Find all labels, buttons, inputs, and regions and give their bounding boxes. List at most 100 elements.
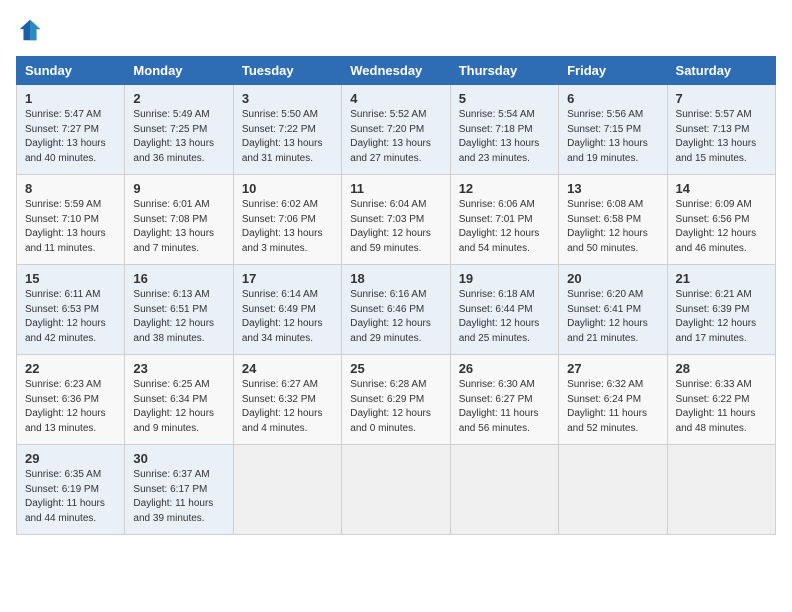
col-header-sunday: Sunday — [17, 57, 125, 85]
day-info: Sunrise: 6:09 AM Sunset: 6:56 PM Dayligh… — [676, 198, 767, 256]
day-cell: 29Sunrise: 6:35 AM Sunset: 6:19 PM Dayli… — [17, 445, 125, 535]
day-cell: 25 Sunrise: 6:28 AM Sunset: 6:29 PM Dayli… — [342, 355, 450, 445]
day-cell: 1 Sunrise: 5:47 AM Sunset: 7:27 PM Daylig… — [17, 85, 125, 175]
day-info: Sunrise: 6:35 AM Sunset: 6:19 PM Dayligh… — [25, 468, 116, 526]
week-row-3: 15 Sunrise: 6:11 AM Sunset: 6:53 PM Dayli… — [17, 265, 776, 355]
day-number: 1 — [25, 91, 116, 106]
logo — [16, 16, 48, 44]
header — [16, 16, 776, 44]
day-info: Sunrise: 5:52 AM Sunset: 7:20 PM Dayligh… — [350, 108, 441, 166]
day-info: Sunrise: 6:21 AM Sunset: 6:39 PM Dayligh… — [676, 288, 767, 346]
day-info: Sunrise: 6:32 AM Sunset: 6:24 PM Dayligh… — [567, 378, 658, 436]
day-cell: 20 Sunrise: 6:20 AM Sunset: 6:41 PM Dayli… — [559, 265, 667, 355]
day-number: 15 — [25, 271, 116, 286]
day-info: Sunrise: 6:30 AM Sunset: 6:27 PM Dayligh… — [459, 378, 550, 436]
day-cell: 2 Sunrise: 5:49 AM Sunset: 7:25 PM Daylig… — [125, 85, 233, 175]
day-cell — [342, 445, 450, 535]
day-info: Sunrise: 6:37 AM Sunset: 6:17 PM Dayligh… — [133, 468, 224, 526]
day-cell: 16 Sunrise: 6:13 AM Sunset: 6:51 PM Dayli… — [125, 265, 233, 355]
day-info: Sunrise: 6:18 AM Sunset: 6:44 PM Dayligh… — [459, 288, 550, 346]
day-number: 22 — [25, 361, 116, 376]
day-cell — [559, 445, 667, 535]
col-header-friday: Friday — [559, 57, 667, 85]
day-cell: 23 Sunrise: 6:25 AM Sunset: 6:34 PM Dayli… — [125, 355, 233, 445]
day-info: Sunrise: 5:49 AM Sunset: 7:25 PM Dayligh… — [133, 108, 224, 166]
week-row-5: 29Sunrise: 6:35 AM Sunset: 6:19 PM Dayli… — [17, 445, 776, 535]
day-info: Sunrise: 6:06 AM Sunset: 7:01 PM Dayligh… — [459, 198, 550, 256]
day-number: 11 — [350, 181, 441, 196]
day-number: 2 — [133, 91, 224, 106]
day-number: 25 — [350, 361, 441, 376]
day-cell: 6Sunrise: 5:56 AM Sunset: 7:15 PM Daylig… — [559, 85, 667, 175]
day-info: Sunrise: 5:47 AM Sunset: 7:27 PM Dayligh… — [25, 108, 116, 166]
day-number: 3 — [242, 91, 333, 106]
day-info: Sunrise: 6:20 AM Sunset: 6:41 PM Dayligh… — [567, 288, 658, 346]
day-number: 19 — [459, 271, 550, 286]
col-header-monday: Monday — [125, 57, 233, 85]
day-cell: 8 Sunrise: 5:59 AM Sunset: 7:10 PM Daylig… — [17, 175, 125, 265]
col-header-tuesday: Tuesday — [233, 57, 341, 85]
day-number: 10 — [242, 181, 333, 196]
day-info: Sunrise: 5:50 AM Sunset: 7:22 PM Dayligh… — [242, 108, 333, 166]
day-info: Sunrise: 6:08 AM Sunset: 6:58 PM Dayligh… — [567, 198, 658, 256]
day-cell: 10Sunrise: 6:02 AM Sunset: 7:06 PM Dayli… — [233, 175, 341, 265]
day-number: 21 — [676, 271, 767, 286]
day-number: 12 — [459, 181, 550, 196]
day-info: Sunrise: 6:04 AM Sunset: 7:03 PM Dayligh… — [350, 198, 441, 256]
logo-icon — [16, 16, 44, 44]
day-info: Sunrise: 6:33 AM Sunset: 6:22 PM Dayligh… — [676, 378, 767, 436]
day-info: Sunrise: 6:25 AM Sunset: 6:34 PM Dayligh… — [133, 378, 224, 436]
day-number: 27 — [567, 361, 658, 376]
day-info: Sunrise: 6:28 AM Sunset: 6:29 PM Dayligh… — [350, 378, 441, 436]
day-number: 28 — [676, 361, 767, 376]
day-info: Sunrise: 6:11 AM Sunset: 6:53 PM Dayligh… — [25, 288, 116, 346]
day-number: 23 — [133, 361, 224, 376]
day-cell: 5Sunrise: 5:54 AM Sunset: 7:18 PM Daylig… — [450, 85, 558, 175]
day-info: Sunrise: 5:54 AM Sunset: 7:18 PM Dayligh… — [459, 108, 550, 166]
col-header-thursday: Thursday — [450, 57, 558, 85]
day-info: Sunrise: 6:01 AM Sunset: 7:08 PM Dayligh… — [133, 198, 224, 256]
day-cell — [233, 445, 341, 535]
day-number: 13 — [567, 181, 658, 196]
day-number: 7 — [676, 91, 767, 106]
day-cell: 19 Sunrise: 6:18 AM Sunset: 6:44 PM Dayli… — [450, 265, 558, 355]
day-number: 9 — [133, 181, 224, 196]
day-cell: 28 Sunrise: 6:33 AM Sunset: 6:22 PM Dayli… — [667, 355, 775, 445]
col-header-saturday: Saturday — [667, 57, 775, 85]
day-cell: 14Sunrise: 6:09 AM Sunset: 6:56 PM Dayli… — [667, 175, 775, 265]
day-cell — [667, 445, 775, 535]
day-number: 26 — [459, 361, 550, 376]
day-cell: 11 Sunrise: 6:04 AM Sunset: 7:03 PM Dayli… — [342, 175, 450, 265]
day-number: 8 — [25, 181, 116, 196]
day-cell: 30 Sunrise: 6:37 AM Sunset: 6:17 PM Dayli… — [125, 445, 233, 535]
day-info: Sunrise: 6:14 AM Sunset: 6:49 PM Dayligh… — [242, 288, 333, 346]
day-cell: 21 Sunrise: 6:21 AM Sunset: 6:39 PM Dayli… — [667, 265, 775, 355]
day-cell: 15 Sunrise: 6:11 AM Sunset: 6:53 PM Dayli… — [17, 265, 125, 355]
day-number: 20 — [567, 271, 658, 286]
week-row-2: 8 Sunrise: 5:59 AM Sunset: 7:10 PM Daylig… — [17, 175, 776, 265]
day-number: 30 — [133, 451, 224, 466]
day-cell — [450, 445, 558, 535]
day-info: Sunrise: 6:13 AM Sunset: 6:51 PM Dayligh… — [133, 288, 224, 346]
day-number: 24 — [242, 361, 333, 376]
day-info: Sunrise: 5:59 AM Sunset: 7:10 PM Dayligh… — [25, 198, 116, 256]
day-info: Sunrise: 5:56 AM Sunset: 7:15 PM Dayligh… — [567, 108, 658, 166]
day-cell: 7 Sunrise: 5:57 AM Sunset: 7:13 PM Daylig… — [667, 85, 775, 175]
day-number: 4 — [350, 91, 441, 106]
day-number: 18 — [350, 271, 441, 286]
col-header-wednesday: Wednesday — [342, 57, 450, 85]
week-row-1: 1 Sunrise: 5:47 AM Sunset: 7:27 PM Daylig… — [17, 85, 776, 175]
day-cell: 27 Sunrise: 6:32 AM Sunset: 6:24 PM Dayli… — [559, 355, 667, 445]
day-cell: 4 Sunrise: 5:52 AM Sunset: 7:20 PM Daylig… — [342, 85, 450, 175]
day-info: Sunrise: 6:16 AM Sunset: 6:46 PM Dayligh… — [350, 288, 441, 346]
day-number: 16 — [133, 271, 224, 286]
day-cell: 12 Sunrise: 6:06 AM Sunset: 7:01 PM Dayli… — [450, 175, 558, 265]
day-info: Sunrise: 5:57 AM Sunset: 7:13 PM Dayligh… — [676, 108, 767, 166]
day-number: 17 — [242, 271, 333, 286]
day-cell: 24Sunrise: 6:27 AM Sunset: 6:32 PM Dayli… — [233, 355, 341, 445]
day-cell: 13 Sunrise: 6:08 AM Sunset: 6:58 PM Dayli… — [559, 175, 667, 265]
day-cell: 26 Sunrise: 6:30 AM Sunset: 6:27 PM Dayli… — [450, 355, 558, 445]
day-info: Sunrise: 6:23 AM Sunset: 6:36 PM Dayligh… — [25, 378, 116, 436]
day-cell: 17 Sunrise: 6:14 AM Sunset: 6:49 PM Dayli… — [233, 265, 341, 355]
header-row: SundayMondayTuesdayWednesdayThursdayFrid… — [17, 57, 776, 85]
